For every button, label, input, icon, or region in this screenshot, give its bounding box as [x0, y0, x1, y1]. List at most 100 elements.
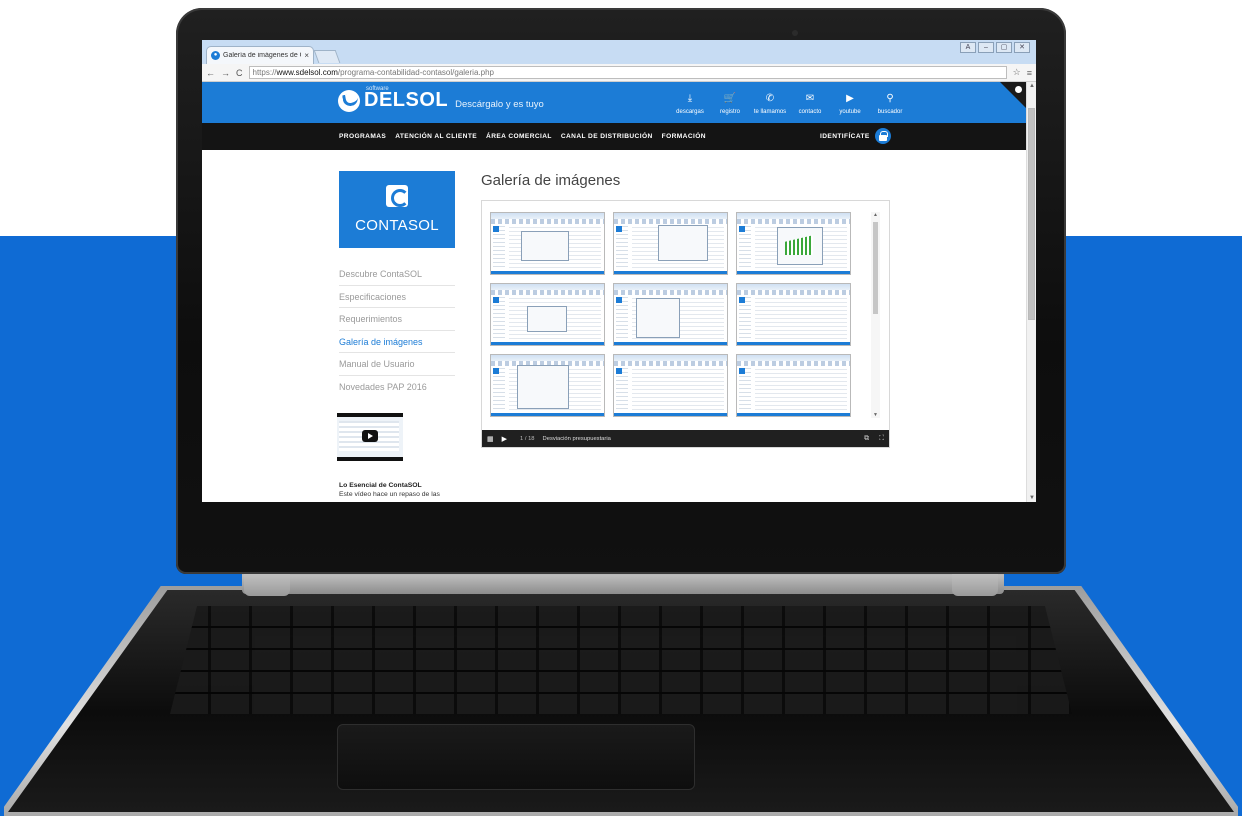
gallery-thumbnail[interactable]	[613, 212, 728, 275]
youtube-icon: ▶	[846, 93, 854, 104]
sidebar-link-manual[interactable]: Manual de Usuario	[339, 353, 455, 376]
search-icon: ⚲	[886, 93, 894, 104]
contasol-product-card[interactable]: CONTASOL	[339, 171, 455, 248]
play-icon[interactable]	[362, 430, 378, 442]
slide-counter: 1 / 18	[520, 435, 535, 442]
gear-icon[interactable]	[1015, 86, 1022, 93]
gallery-control-bar: ▦ ▶ 1 / 18 Desviación presupuestaria ⧉ ⛶	[482, 430, 889, 447]
profile-button[interactable]: A	[960, 42, 976, 53]
url-scheme: https://	[252, 68, 277, 77]
bookmark-star-icon[interactable]: ☆	[1013, 67, 1021, 78]
header-link-label: buscador	[877, 109, 903, 115]
gallery-scroll-up-icon[interactable]: ▲	[873, 212, 878, 218]
url-host: www.sdelsol.com	[276, 68, 338, 77]
sidebar-link-descubre[interactable]: Descubre ContaSOL	[339, 263, 455, 286]
nav-item-atencion-cliente[interactable]: ATENCIÓN AL CLIENTE	[395, 133, 477, 140]
video-description: Este vídeo hace un repaso de las	[339, 491, 440, 498]
nav-item-programas[interactable]: PROGRAMAS	[339, 133, 386, 140]
gallery-thumbnail[interactable]	[736, 283, 851, 346]
nav-item-area-comercial[interactable]: ÁREA COMERCIAL	[486, 133, 552, 140]
gallery-thumbnail[interactable]	[736, 354, 851, 417]
reload-icon[interactable]: C	[236, 68, 243, 78]
window-controls: A – ▢ ✕	[960, 42, 1030, 53]
header-link-label: registro	[719, 109, 740, 115]
header-link-buscador[interactable]: ⚲ buscador	[872, 88, 908, 115]
maximize-button[interactable]: ▢	[996, 42, 1012, 53]
gallery-thumbnail[interactable]	[613, 354, 728, 417]
url-path: /programa-contabilidad-contasol/galeria.…	[337, 68, 494, 77]
browser-menu-icon[interactable]: ≡	[1027, 68, 1032, 78]
laptop-keyboard	[170, 606, 1072, 714]
header-link-registro[interactable]: 🛒 registro	[712, 88, 748, 115]
gallery-thumbnail[interactable]	[490, 212, 605, 275]
nav-item-formacion[interactable]: FORMACIÓN	[662, 133, 706, 140]
lock-icon	[874, 128, 891, 144]
gallery-thumbnail[interactable]	[490, 283, 605, 346]
header-link-label: contacto	[798, 109, 822, 115]
mail-icon: ✉	[805, 93, 815, 104]
header-link-te-llamamos[interactable]: ✆ te llamamos	[752, 88, 788, 115]
cart-icon: 🛒	[723, 93, 737, 104]
sidebar-link-especificaciones[interactable]: Especificaciones	[339, 286, 455, 308]
address-bar[interactable]: https://www.sdelsol.com/programa-contabi…	[248, 66, 1007, 79]
header-link-youtube[interactable]: ▶ youtube	[832, 88, 868, 115]
header-link-label: youtube	[839, 109, 861, 115]
video-title[interactable]: Lo Esencial de ContaSOL	[339, 482, 422, 489]
site-header: software DELSOL Descárgalo y es tuyo ⤓ d…	[202, 82, 1026, 123]
header-link-label: descargas	[676, 109, 704, 115]
gallery-thumbnail[interactable]	[490, 354, 605, 417]
phone-icon: ✆	[765, 93, 775, 104]
nav-item-canal-distribucion[interactable]: CANAL DE DISTRIBUCIÓN	[561, 133, 653, 140]
login-button[interactable]: IDENTIFÍCATE	[820, 128, 891, 144]
sidebar-link-novedades[interactable]: Novedades PAP 2016	[339, 376, 455, 399]
laptop-touchpad	[337, 724, 695, 790]
logo-brand-text: DELSOL	[364, 89, 449, 111]
page-scrollbar[interactable]: ▲ ▼	[1026, 82, 1036, 502]
fullscreen-icon[interactable]: ⛶	[879, 435, 884, 443]
gallery-scroll-down-icon[interactable]: ▼	[873, 412, 878, 418]
scroll-down-arrow-icon[interactable]: ▼	[1029, 495, 1035, 501]
header-link-label: te llamamos	[753, 109, 787, 115]
image-gallery: ▲ ▼ ▦ ▶ 1 / 18 Desviación presupuestaria…	[481, 200, 890, 448]
header-icon-links: ⤓ descargas 🛒 registro ✆ te llamamos ✉ c…	[672, 88, 908, 115]
forward-arrow-icon[interactable]: →	[221, 68, 230, 78]
browser-tab[interactable]: ● Galería de imágenes de C ×	[206, 46, 314, 64]
logo-tagline: Descárgalo y es tuyo	[455, 99, 544, 110]
delsol-logo-mark	[338, 89, 360, 112]
page-title: Galería de imágenes	[481, 172, 621, 189]
gallery-scrollbar-thumb[interactable]	[873, 222, 878, 314]
play-slideshow-icon[interactable]: ▶	[502, 435, 507, 443]
sidebar-link-requerimientos[interactable]: Requerimientos	[339, 308, 455, 331]
grid-view-icon[interactable]: ▦	[487, 435, 494, 443]
download-icon: ⤓	[687, 93, 693, 104]
contasol-logo-icon	[386, 185, 409, 207]
webcam	[792, 30, 798, 36]
new-tab-button[interactable]	[313, 50, 341, 63]
logo-software-text: software	[366, 86, 389, 92]
video-thumbnail[interactable]	[337, 413, 403, 461]
page-scrollbar-thumb[interactable]	[1028, 108, 1035, 320]
gallery-scrollbar[interactable]: ▲ ▼	[871, 212, 880, 418]
window-mode-icon[interactable]: ⧉	[864, 435, 869, 443]
back-arrow-icon[interactable]: ←	[206, 68, 215, 78]
gallery-thumbnail[interactable]	[613, 283, 728, 346]
login-label: IDENTIFÍCATE	[820, 132, 870, 140]
slide-caption: Desviación presupuestaria	[542, 435, 611, 442]
logo-words: software DELSOL	[364, 86, 449, 112]
sidebar-link-galeria[interactable]: Galería de imágenes	[339, 331, 455, 353]
main-navigation: PROGRAMAS ATENCIÓN AL CLIENTE ÁREA COMER…	[202, 123, 1026, 150]
header-link-descargas[interactable]: ⤓ descargas	[672, 88, 708, 115]
gallery-thumbnail[interactable]	[736, 212, 851, 275]
gallery-thumbnail-grid	[490, 212, 851, 417]
close-window-button[interactable]: ✕	[1014, 42, 1030, 53]
minimize-button[interactable]: –	[978, 42, 994, 53]
gallery-right-controls: ⧉ ⛶	[864, 435, 884, 443]
product-name: CONTASOL	[355, 217, 439, 234]
scroll-up-arrow-icon[interactable]: ▲	[1029, 83, 1035, 89]
header-link-contacto[interactable]: ✉ contacto	[792, 88, 828, 115]
sidebar-links: Descubre ContaSOL Especificaciones Reque…	[339, 263, 455, 398]
tab-close-icon[interactable]: ×	[304, 51, 309, 60]
browser-toolbar: ← → C https://www.sdelsol.com/programa-c…	[202, 64, 1036, 82]
corner-menu-badge[interactable]	[1000, 82, 1026, 108]
delsol-logo[interactable]: software DELSOL Descárgalo y es tuyo	[338, 86, 544, 112]
